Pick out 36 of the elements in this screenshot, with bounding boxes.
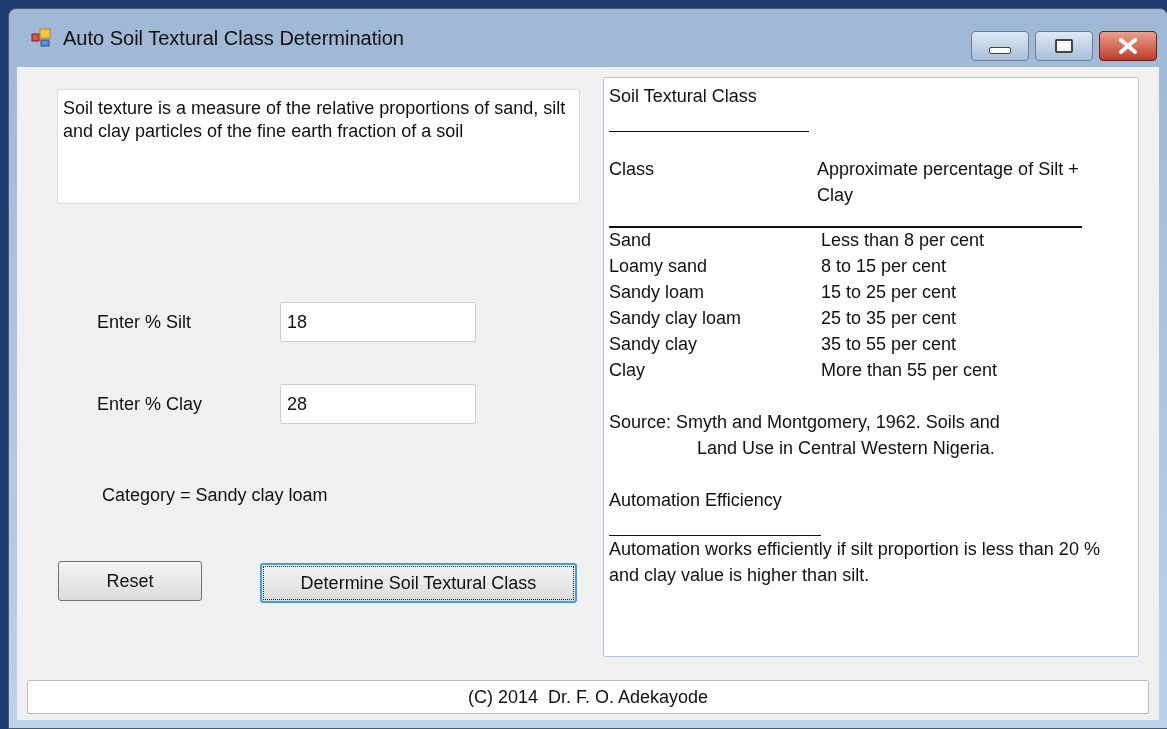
table-cell-text: Less than 8 per cent xyxy=(821,229,985,252)
source-text: Source: Smyth and Montgomery, 1962. Soils and xyxy=(609,411,1000,434)
input-field[interactable]: 18 xyxy=(280,302,476,342)
category-result: Category = Sandy clay loam xyxy=(102,484,328,507)
table-cell-text: More than 55 per cent xyxy=(821,359,998,382)
field-label: Enter % Silt xyxy=(96,310,193,334)
table-cell-text: 35 to 55 per cent xyxy=(821,333,957,356)
table-cell-text: Sand xyxy=(609,229,653,252)
table-cell-text: 8 to 15 per cent xyxy=(821,255,947,278)
table-cell-text: Sandy clay xyxy=(609,333,699,356)
table-cell-text: Sandy loam xyxy=(609,281,706,304)
panel-heading: Soil Textural Class xyxy=(609,85,757,108)
close-button[interactable] xyxy=(1099,31,1157,61)
close-icon xyxy=(1118,38,1138,54)
table-cell-text: Loamy sand xyxy=(609,255,709,278)
column-header: Class xyxy=(609,158,655,181)
efficiency-note: Automation works efficiently if silt proportion is less than 20 % and clay value is higher than silt. xyxy=(609,538,1101,587)
column-header: Approximate percentage of Silt + Clay xyxy=(817,158,1080,207)
input-field[interactable]: 28 xyxy=(280,384,476,424)
source-text: Land Use in Central Western Nigeria. xyxy=(696,437,995,460)
table-cell-text: Sandy clay loam xyxy=(609,307,743,330)
section-heading: Automation Efficiency xyxy=(609,489,782,512)
window-title: Auto Soil Textural Class Determination xyxy=(63,26,404,51)
maximize-icon xyxy=(1055,39,1073,53)
description-box[interactable]: Soil texture is a measure of the relative proportions of sand, silt and clay particles of the fine earth fraction of a soil xyxy=(57,89,580,204)
field-label: Enter % Clay xyxy=(96,392,204,416)
maximize-button[interactable] xyxy=(1035,31,1093,61)
app-icon xyxy=(31,27,53,49)
table-cell-text: Clay xyxy=(609,359,646,382)
table-cell-text: 25 to 35 per cent xyxy=(821,307,957,330)
action-button[interactable]: Determine Soil Textural Class xyxy=(260,563,577,603)
table-cell-text: 15 to 25 per cent xyxy=(821,281,957,304)
action-button[interactable]: Reset xyxy=(58,561,202,601)
footer-text: (C) 2014 Dr. F. O. Adekayode xyxy=(467,685,709,709)
minimize-button[interactable] xyxy=(971,31,1029,61)
minimize-icon xyxy=(989,46,1011,54)
